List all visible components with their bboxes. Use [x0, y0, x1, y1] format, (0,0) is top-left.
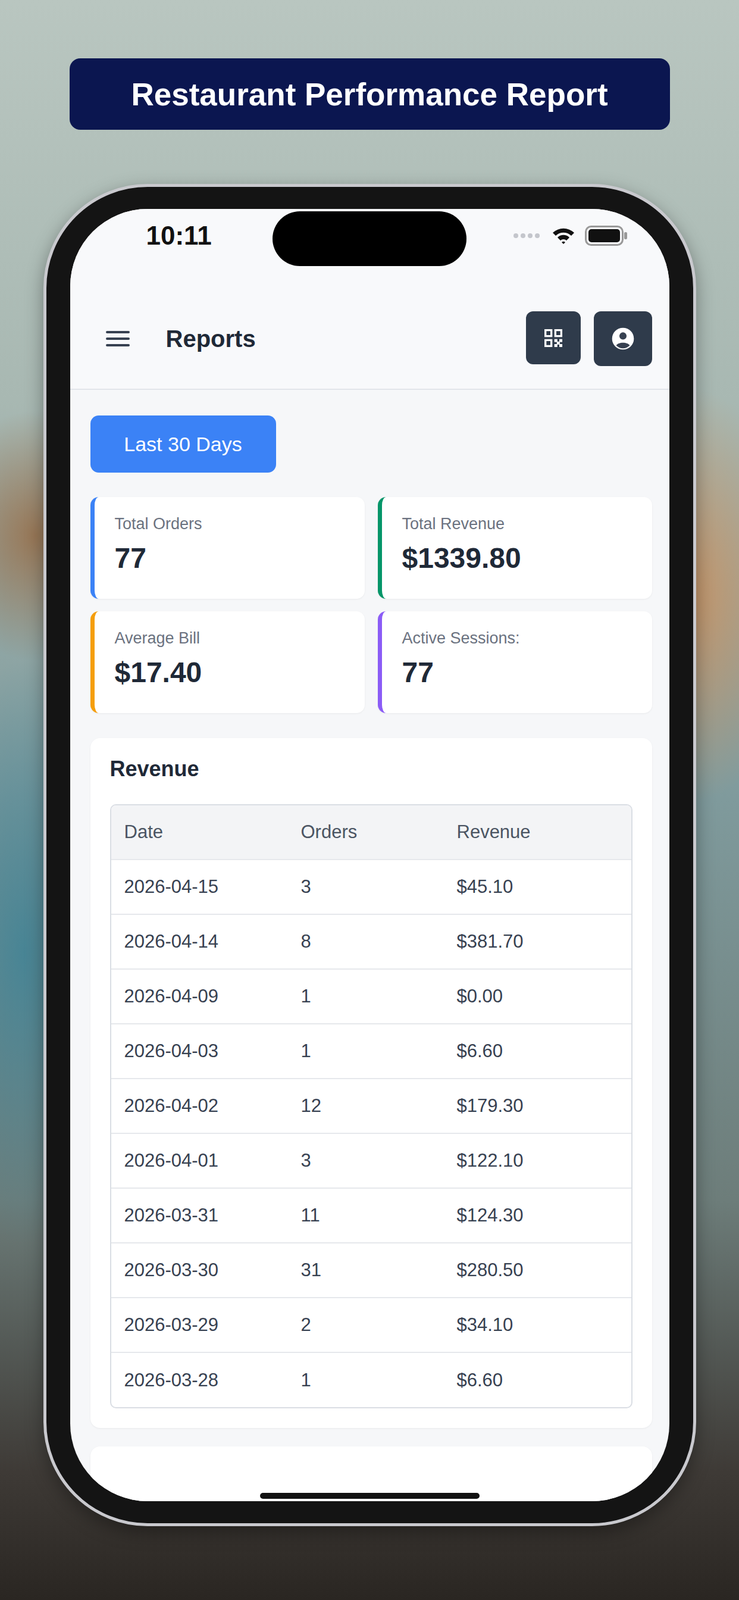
stat-card: Total Orders 77 [90, 496, 365, 599]
stat-label: Average Bill [114, 628, 353, 648]
table-row: 2026-04-091$0.00 [111, 968, 632, 1024]
table-row: 2026-03-3111$124.30 [111, 1187, 632, 1243]
stat-label: Total Orders [114, 514, 353, 534]
qr-code-icon [541, 326, 566, 350]
table-row: 2026-04-013$122.10 [111, 1132, 632, 1188]
table-cell: 2026-04-14 [111, 913, 288, 969]
table-cell: 2026-03-28 [111, 1351, 288, 1407]
status-time: 10:11 [146, 219, 212, 252]
table-cell: $179.30 [443, 1078, 632, 1133]
banner-title: Restaurant Performance Report [130, 76, 608, 113]
qr-code-button[interactable] [525, 311, 581, 365]
status-icons [512, 219, 628, 252]
table-cell: 3 [287, 859, 444, 914]
table-cell: $45.10 [443, 859, 632, 914]
table-row: 2026-04-031$6.60 [111, 1023, 632, 1079]
title-banner: Restaurant Performance Report [69, 58, 670, 130]
header-actions [525, 311, 653, 366]
table-cell: 2026-04-03 [111, 1023, 288, 1079]
phone-frame: 10:11 Reports Last 30 Days Total Orders … [43, 183, 697, 1526]
report-content: Last 30 Days Total Orders 77Total Revenu… [70, 389, 670, 1501]
table-cell: $34.10 [443, 1297, 632, 1352]
home-indicator [260, 1492, 480, 1499]
table-cell: 2026-04-09 [111, 968, 288, 1024]
table-cell: $6.60 [443, 1351, 632, 1407]
table-cell: $124.30 [443, 1187, 632, 1243]
table-cell: $0.00 [443, 968, 632, 1024]
app-header: Reports [70, 288, 670, 390]
table-row: 2026-03-281$6.60 [111, 1351, 632, 1407]
table-body: 2026-04-153$45.102026-04-148$381.702026-… [111, 859, 632, 1407]
date-range-button[interactable]: Last 30 Days [90, 415, 277, 473]
stats-grid: Total Orders 77Total Revenue $1339.80Ave… [90, 496, 653, 713]
revenue-table: DateOrdersRevenue2026-04-153$45.102026-0… [110, 803, 633, 1408]
table-header-row: DateOrdersRevenue [111, 805, 632, 860]
stat-value: 77 [114, 541, 353, 575]
table-cell: $280.50 [443, 1242, 632, 1298]
table-row: 2026-04-0212$179.30 [111, 1078, 632, 1133]
user-profile-icon [609, 325, 637, 352]
page-title: Reports [166, 325, 526, 353]
table-cell: 31 [287, 1242, 444, 1298]
table-cell: $381.70 [443, 913, 632, 969]
table-cell: 1 [287, 1351, 444, 1407]
stat-card: Average Bill $17.40 [90, 611, 365, 713]
table-cell: 11 [287, 1187, 444, 1243]
table-row: 2026-03-3031$280.50 [111, 1242, 632, 1298]
table-cell: 1 [287, 968, 444, 1024]
revenue-title: Revenue [110, 754, 633, 784]
table-cell: $122.10 [443, 1132, 632, 1188]
signal-icon [512, 232, 543, 240]
table-cell: 2026-04-15 [111, 859, 288, 914]
table-cell: 2026-04-02 [111, 1078, 288, 1133]
stat-value: 77 [402, 655, 641, 689]
dynamic-island [272, 211, 467, 266]
table-cell: 2026-04-01 [111, 1132, 288, 1188]
table-cell: 12 [287, 1078, 444, 1133]
table-cell: 2026-03-31 [111, 1187, 288, 1243]
table: DateOrdersRevenue2026-04-153$45.102026-0… [111, 805, 632, 1407]
stat-value: $1339.80 [402, 541, 641, 575]
table-row: 2026-04-148$381.70 [111, 913, 632, 969]
revenue-card: Revenue DateOrdersRevenue2026-04-153$45.… [90, 737, 653, 1428]
table-row: 2026-03-292$34.10 [111, 1297, 632, 1352]
hamburger-menu-icon[interactable] [105, 329, 130, 349]
battery-icon [584, 225, 628, 246]
table-cell: 2026-03-30 [111, 1242, 288, 1298]
stat-label: Total Revenue [402, 514, 641, 534]
stat-value: $17.40 [114, 655, 353, 689]
table-cell: $6.60 [443, 1023, 632, 1079]
page: Restaurant Performance Report 10:11 Repo… [0, 0, 739, 1600]
column-header: Revenue [443, 805, 632, 860]
table-cell: 8 [287, 913, 444, 969]
column-header: Date [111, 805, 288, 860]
table-cell: 3 [287, 1132, 444, 1188]
table-cell: 2026-03-29 [111, 1297, 288, 1352]
stat-card: Total Revenue $1339.80 [377, 496, 653, 599]
table-head: DateOrdersRevenue [111, 805, 632, 860]
profile-button[interactable] [593, 311, 653, 366]
wifi-icon [551, 226, 576, 245]
stat-card: Active Sessions: 77 [377, 611, 653, 713]
table-cell: 1 [287, 1023, 444, 1079]
column-header: Orders [287, 805, 444, 860]
table-cell: 2 [287, 1297, 444, 1352]
table-row: 2026-04-153$45.10 [111, 859, 632, 914]
phone-screen: 10:11 Reports Last 30 Days Total Orders … [70, 208, 670, 1501]
stat-label: Active Sessions: [402, 628, 641, 648]
